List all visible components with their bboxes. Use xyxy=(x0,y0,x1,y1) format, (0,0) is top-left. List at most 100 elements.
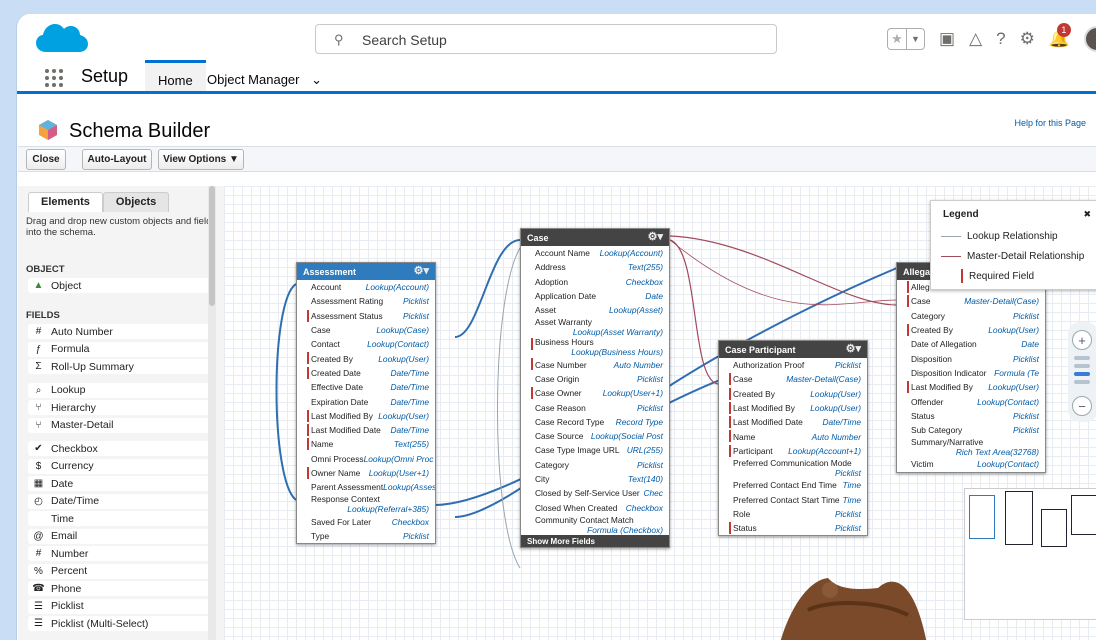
field-row[interactable]: Asset Lookup(Asset) xyxy=(521,303,669,317)
field-row[interactable]: Case Reason Picklist xyxy=(521,400,669,414)
field-row[interactable]: Last Modified Date Date/Time xyxy=(719,415,867,429)
field-row[interactable]: Case Owner Lookup(User+1) xyxy=(521,386,669,400)
field-row[interactable]: Closed by Self-Service User Chec xyxy=(521,486,669,500)
object-card-assessment[interactable]: Assessment ⚙▾ Account Lookup(Account) Asses… xyxy=(296,262,436,545)
field-row[interactable]: Victim Lookup(Contact) xyxy=(897,457,1045,471)
field-row[interactable]: Sub Category Picklist xyxy=(897,423,1045,437)
tab-home[interactable]: Home xyxy=(145,60,206,91)
field-row[interactable]: Assessment Status Picklist xyxy=(297,309,435,323)
gear-icon[interactable]: ⚙▾ xyxy=(648,230,663,243)
palette-field-formula[interactable]: ƒ Formula xyxy=(28,341,216,357)
field-row[interactable]: Status Picklist xyxy=(897,409,1045,423)
field-row[interactable]: Disposition Picklist xyxy=(897,351,1045,365)
object-card-case-participant[interactable]: Case Participant ⚙▾ Authorization Proof Pi… xyxy=(718,340,868,537)
field-row[interactable]: Saved For Later Checkbox xyxy=(297,514,435,528)
avatar[interactable] xyxy=(1084,26,1096,52)
field-row[interactable]: Case Origin Picklist xyxy=(521,372,669,386)
field-row[interactable]: Disposition Indicator Formula (Te xyxy=(897,366,1045,380)
zoom-slider[interactable] xyxy=(1074,356,1090,396)
palette-field-currency[interactable]: $ Currency xyxy=(28,458,216,474)
close-button[interactable]: Close xyxy=(26,149,66,170)
zoom-in-button[interactable]: + xyxy=(1072,330,1092,350)
favorites-button[interactable]: ★ ▼ xyxy=(887,28,925,50)
field-row[interactable]: Last Modified By Lookup(User) xyxy=(297,409,435,423)
palette-field-phone[interactable]: ☎ Phone xyxy=(28,581,216,596)
palette-field-email[interactable]: @ Email xyxy=(28,528,216,544)
view-options-button[interactable]: View Options ▼ xyxy=(158,149,244,170)
field-row[interactable]: Application Date Date xyxy=(521,289,669,303)
field-row[interactable]: City Text(140) xyxy=(521,472,669,486)
field-row[interactable]: Case Master-Detail(Case) xyxy=(719,372,867,386)
tab-elements[interactable]: Elements xyxy=(28,192,103,212)
field-row[interactable]: Asset Warranty Lookup(Asset Warranty) xyxy=(521,317,669,337)
field-row[interactable]: Created By Lookup(User) xyxy=(297,351,435,365)
field-row[interactable]: Adoption Checkbox xyxy=(521,275,669,289)
palette-field-checkbox[interactable]: ✔ Checkbox xyxy=(28,441,216,456)
palette-field-date[interactable]: ▦ Date xyxy=(28,476,216,491)
field-row[interactable]: Last Modified By Lookup(User) xyxy=(719,401,867,415)
field-row[interactable]: Omni Process Lookup(Omni Proc xyxy=(297,452,435,466)
field-row[interactable]: Preferred Contact Start Time Time xyxy=(719,492,867,506)
auto-layout-button[interactable]: Auto-Layout xyxy=(82,149,152,170)
field-row[interactable]: Type Picklist xyxy=(297,529,435,543)
sidebar-scrollbar[interactable] xyxy=(208,186,216,640)
palette-field-picklist[interactable]: ☰ Picklist xyxy=(28,598,216,614)
field-row[interactable]: Summary/Narrative Rich Text Area(32768) xyxy=(897,437,1045,457)
field-row[interactable]: Expiration Date Date/Time xyxy=(297,394,435,408)
field-row[interactable]: Case Type Image URL URL(255) xyxy=(521,443,669,457)
palette-field-lookup[interactable]: ⌕ Lookup xyxy=(28,382,216,398)
palette-field-picklist-multi-select-[interactable]: ☰ Picklist (Multi-Select) xyxy=(28,616,216,631)
field-row[interactable]: Created By Lookup(User) xyxy=(719,387,867,401)
palette-field-date-time[interactable]: ◴ Date/Time xyxy=(28,493,216,509)
palette-field-time[interactable]: Time xyxy=(28,511,216,526)
field-row[interactable]: Status Picklist xyxy=(719,521,867,535)
palette-field-number[interactable]: # Number xyxy=(28,546,216,561)
field-row[interactable]: Created By Lookup(User) xyxy=(897,323,1045,337)
object-header[interactable]: Case Participant ⚙▾ xyxy=(719,341,867,358)
search-input[interactable]: ⚲ Search Setup xyxy=(315,24,777,54)
field-row[interactable]: Created Date Date/Time xyxy=(297,366,435,380)
field-row[interactable]: Role Picklist xyxy=(719,507,867,521)
palette-field-hierarchy[interactable]: ⑂ Hierarchy xyxy=(28,400,216,415)
field-row[interactable]: Account Name Lookup(Account) xyxy=(521,246,669,260)
gear-icon[interactable]: ⚙ xyxy=(1020,29,1035,49)
field-row[interactable]: Name Auto Number xyxy=(719,429,867,443)
field-row[interactable]: Case Source Lookup(Social Post xyxy=(521,429,669,443)
chevron-down-icon[interactable]: ⌄ xyxy=(311,72,322,87)
field-row[interactable]: Last Modified Date Date/Time xyxy=(297,423,435,437)
field-row[interactable]: Participant Lookup(Account+1) xyxy=(719,444,867,458)
field-row[interactable]: Account Lookup(Account) xyxy=(297,280,435,294)
tab-objects[interactable]: Objects xyxy=(102,192,170,212)
object-header[interactable]: Case ⚙▾ xyxy=(521,229,669,246)
object-card-case[interactable]: Case ⚙▾ Account Name Lookup(Account) Addres… xyxy=(520,228,670,548)
app-launcher-icon[interactable] xyxy=(45,69,63,87)
help-link[interactable]: Help for this Page xyxy=(1014,118,1086,128)
field-row[interactable]: Preferred Communication Mode Picklist xyxy=(719,458,867,478)
field-row[interactable]: Preferred Contact End Time Time xyxy=(719,478,867,492)
minimap[interactable] xyxy=(964,488,1096,620)
salesforce-logo[interactable] xyxy=(35,22,89,56)
object-card-allegation[interactable]: Allegation AllegationAuto NumberCaseMast… xyxy=(896,262,1046,473)
palette-field-percent[interactable]: % Percent xyxy=(28,563,216,579)
field-row[interactable]: Name Text(255) xyxy=(297,437,435,451)
close-icon[interactable]: ✖ xyxy=(1083,209,1091,220)
gear-icon[interactable]: ⚙▾ xyxy=(414,264,429,277)
field-row[interactable]: Offender Lookup(Contact) xyxy=(897,394,1045,408)
palette-object[interactable]: ▲ Object xyxy=(28,278,216,293)
field-row[interactable]: Case Lookup(Case) xyxy=(297,323,435,337)
field-row[interactable]: Assessment Rating Picklist xyxy=(297,294,435,308)
help-icon[interactable]: ? xyxy=(996,29,1005,49)
show-more-fields-button[interactable]: Show More Fields xyxy=(521,534,669,547)
field-row[interactable]: Response Context Lookup(Referral+385) xyxy=(297,494,435,514)
gear-icon[interactable]: ⚙▾ xyxy=(846,342,861,355)
palette-field-auto-number[interactable]: # Auto Number xyxy=(28,324,216,339)
trailhead-icon[interactable]: △ xyxy=(969,29,982,49)
tab-object-manager[interactable]: Object Manager ⌄ xyxy=(207,60,322,91)
global-add-icon[interactable]: ▣ xyxy=(939,29,955,49)
field-row[interactable]: Category Picklist xyxy=(897,309,1045,323)
palette-field-master-detail[interactable]: ⑂ Master-Detail xyxy=(28,417,216,433)
field-row[interactable]: Case Master-Detail(Case) xyxy=(897,294,1045,308)
field-row[interactable]: Parent Assessment Lookup(Asses xyxy=(297,480,435,494)
zoom-out-button[interactable]: − xyxy=(1072,396,1092,416)
field-row[interactable]: Authorization Proof Picklist xyxy=(719,358,867,372)
